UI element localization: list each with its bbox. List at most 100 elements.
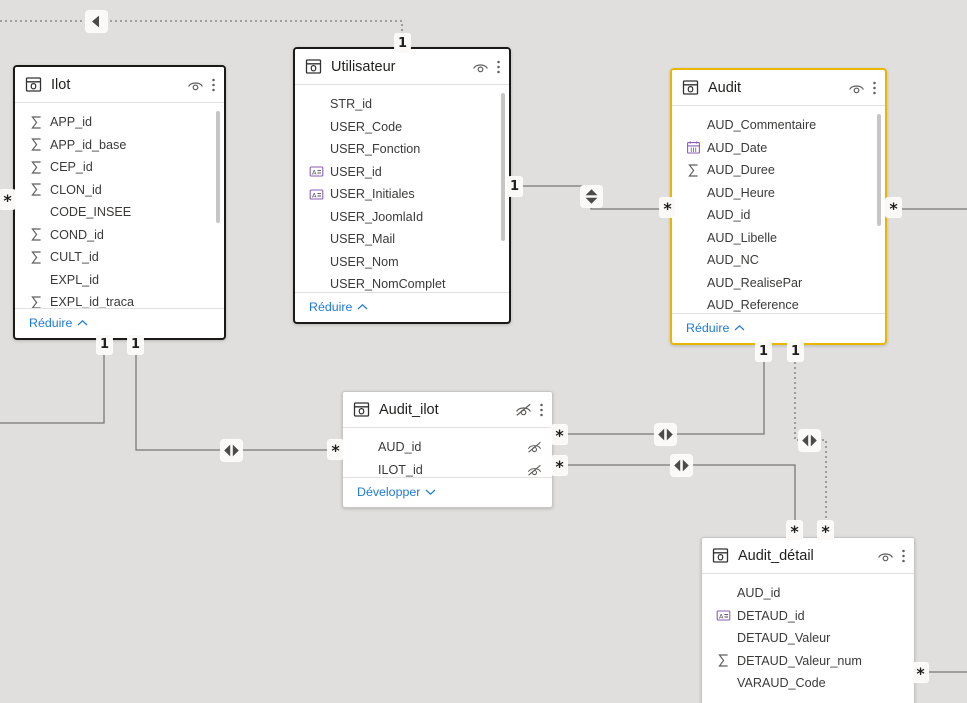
vertical-scrollbar[interactable] xyxy=(216,111,220,223)
table-card-audit-detail[interactable]: Audit_détail AUD_id A DETAUD_id DETAUD_V… xyxy=(701,537,915,703)
cardinality-badge-many[interactable]: * xyxy=(552,425,567,444)
table-header-utilisateur[interactable]: Utilisateur xyxy=(295,49,509,85)
field-row[interactable]: USER_Mail xyxy=(295,228,509,251)
sigma-icon xyxy=(29,227,44,242)
field-row[interactable]: ILOT_id xyxy=(343,459,552,478)
field-name: USER_Code xyxy=(330,119,403,134)
cardinality-badge-many[interactable]: * xyxy=(552,456,567,475)
field-row[interactable]: AUD_id xyxy=(672,204,885,227)
bidirectional-horizontal-icon[interactable] xyxy=(671,455,692,476)
field-row[interactable]: USER_Fonction xyxy=(295,138,509,161)
cardinality-badge-one[interactable]: 1 xyxy=(128,335,143,354)
table-footer-audit[interactable]: Réduire xyxy=(672,313,885,343)
eye-visible-icon[interactable] xyxy=(472,59,489,74)
field-row[interactable]: CLON_id xyxy=(15,179,224,202)
field-list-audit-ilot[interactable]: AUD_id ILOT_id xyxy=(343,428,552,477)
cardinality-badge-many[interactable]: * xyxy=(660,198,675,217)
table-footer-audit-ilot[interactable]: Développer xyxy=(343,477,552,507)
field-row[interactable]: DETAUD_Valeur_num xyxy=(702,650,914,673)
cardinality-badge-many[interactable]: * xyxy=(886,198,901,217)
field-row[interactable]: CULT_id xyxy=(15,246,224,269)
field-list-audit[interactable]: AUD_Commentaire AUD_Date AUD_Duree AUD_Heur… xyxy=(672,106,885,313)
model-diagram-canvas[interactable]: Ilot APP_id APP_id_base CEP_id CLON_id C… xyxy=(0,0,967,703)
field-row[interactable]: USER_Code xyxy=(295,116,509,139)
field-row[interactable]: CEP_id xyxy=(15,156,224,179)
more-options-icon[interactable] xyxy=(211,77,216,93)
table-card-ilot[interactable]: Ilot APP_id APP_id_base CEP_id CLON_id C… xyxy=(13,65,226,340)
field-row[interactable]: STR_id xyxy=(295,93,509,116)
eye-visible-icon[interactable] xyxy=(187,77,204,92)
field-row[interactable]: AUD_Libelle xyxy=(672,227,885,250)
field-row[interactable]: EXPL_id xyxy=(15,269,224,292)
field-row[interactable]: AUD_Heure xyxy=(672,182,885,205)
vertical-scrollbar[interactable] xyxy=(501,93,505,241)
bidirectional-horizontal-icon[interactable] xyxy=(799,430,820,451)
vertical-scrollbar[interactable] xyxy=(877,114,881,226)
field-row[interactable]: VARAUD_Code xyxy=(702,672,914,695)
field-row[interactable]: APP_id xyxy=(15,111,224,134)
collapse-link[interactable]: Réduire xyxy=(309,300,368,314)
eye-visible-icon[interactable] xyxy=(848,80,865,95)
field-row[interactable]: AUD_Duree xyxy=(672,159,885,182)
table-card-utilisateur[interactable]: Utilisateur STR_id USER_Code USER_Foncti… xyxy=(293,47,511,324)
field-row[interactable]: AUD_Date xyxy=(672,137,885,160)
table-header-audit-detail[interactable]: Audit_détail xyxy=(702,538,914,574)
single-arrow-left-icon[interactable] xyxy=(86,11,107,32)
table-footer-ilot[interactable]: Réduire xyxy=(15,308,224,338)
cardinality-badge-one[interactable]: 1 xyxy=(97,335,112,354)
table-header-audit[interactable]: Audit xyxy=(672,70,885,106)
field-row[interactable]: AUD_id xyxy=(702,582,914,605)
eye-hidden-icon[interactable] xyxy=(515,402,532,417)
table-header-ilot[interactable]: Ilot xyxy=(15,67,224,103)
more-options-icon[interactable] xyxy=(496,59,501,75)
field-name: DETAUD_Valeur xyxy=(737,631,831,646)
field-row[interactable]: EXPL_id_traca xyxy=(15,291,224,308)
field-row[interactable]: DETAUD_Valeur xyxy=(702,627,914,650)
field-row[interactable]: USER_NomComplet xyxy=(295,273,509,292)
cardinality-badge-many[interactable]: * xyxy=(787,521,802,540)
more-options-icon[interactable] xyxy=(872,80,877,96)
field-row[interactable]: AUD_RealisePar xyxy=(672,272,885,295)
cardinality-badge-many[interactable]: * xyxy=(818,521,833,540)
bidirectional-horizontal-icon[interactable] xyxy=(221,440,242,461)
field-row[interactable]: CODE_INSEE xyxy=(15,201,224,224)
cardinality-badge-one[interactable]: 1 xyxy=(788,342,803,361)
bidirectional-vertical-icon[interactable] xyxy=(581,186,602,207)
table-card-audit-ilot[interactable]: Audit_ilot AUD_id ILOT_id Développer xyxy=(342,391,553,508)
eye-visible-icon[interactable] xyxy=(877,548,894,563)
field-row[interactable]: AUD_Commentaire xyxy=(672,114,885,137)
field-list-audit-detail[interactable]: AUD_id A DETAUD_id DETAUD_Valeur DETAUD_Vale… xyxy=(702,574,914,703)
field-row[interactable]: USER_JoomlaId xyxy=(295,206,509,229)
cardinality-badge-many[interactable]: * xyxy=(328,440,343,459)
cardinality-badge-many[interactable]: * xyxy=(0,190,15,209)
field-list-ilot[interactable]: APP_id APP_id_base CEP_id CLON_id CODE_INSEE… xyxy=(15,103,224,308)
field-name: DETAUD_Valeur_num xyxy=(737,653,862,668)
collapse-link[interactable]: Réduire xyxy=(686,321,745,335)
bidirectional-horizontal-icon[interactable] xyxy=(655,424,676,445)
table-header-audit-ilot[interactable]: Audit_ilot xyxy=(343,392,552,428)
table-card-audit[interactable]: Audit AUD_Commentaire AUD_Date AUD_Duree… xyxy=(670,68,887,345)
cardinality-badge-one[interactable]: 1 xyxy=(756,342,771,361)
more-options-icon[interactable] xyxy=(901,548,906,564)
eye-hidden-icon[interactable] xyxy=(527,440,542,455)
table-footer-utilisateur[interactable]: Réduire xyxy=(295,292,509,322)
sigma-icon xyxy=(29,160,44,175)
cardinality-badge-many[interactable]: * xyxy=(913,663,928,682)
field-list-utilisateur[interactable]: STR_id USER_Code USER_Fonction A USER_id A USE… xyxy=(295,85,509,292)
cardinality-badge-one[interactable]: 1 xyxy=(395,34,410,53)
field-row[interactable]: AUD_Reference xyxy=(672,294,885,313)
field-row[interactable]: A DETAUD_id xyxy=(702,605,914,628)
wire-ilot-auditilot xyxy=(135,340,343,451)
field-row[interactable]: A USER_Initiales xyxy=(295,183,509,206)
more-options-icon[interactable] xyxy=(539,402,544,418)
expand-link[interactable]: Développer xyxy=(357,485,436,499)
field-row[interactable]: COND_id xyxy=(15,224,224,247)
field-row[interactable]: A USER_id xyxy=(295,161,509,184)
cardinality-badge-one[interactable]: 1 xyxy=(507,177,522,196)
eye-hidden-icon[interactable] xyxy=(527,462,542,477)
field-row[interactable]: USER_Nom xyxy=(295,251,509,274)
collapse-link[interactable]: Réduire xyxy=(29,316,88,330)
field-row[interactable]: AUD_id xyxy=(343,436,552,459)
field-row[interactable]: AUD_NC xyxy=(672,249,885,272)
field-row[interactable]: APP_id_base xyxy=(15,134,224,157)
